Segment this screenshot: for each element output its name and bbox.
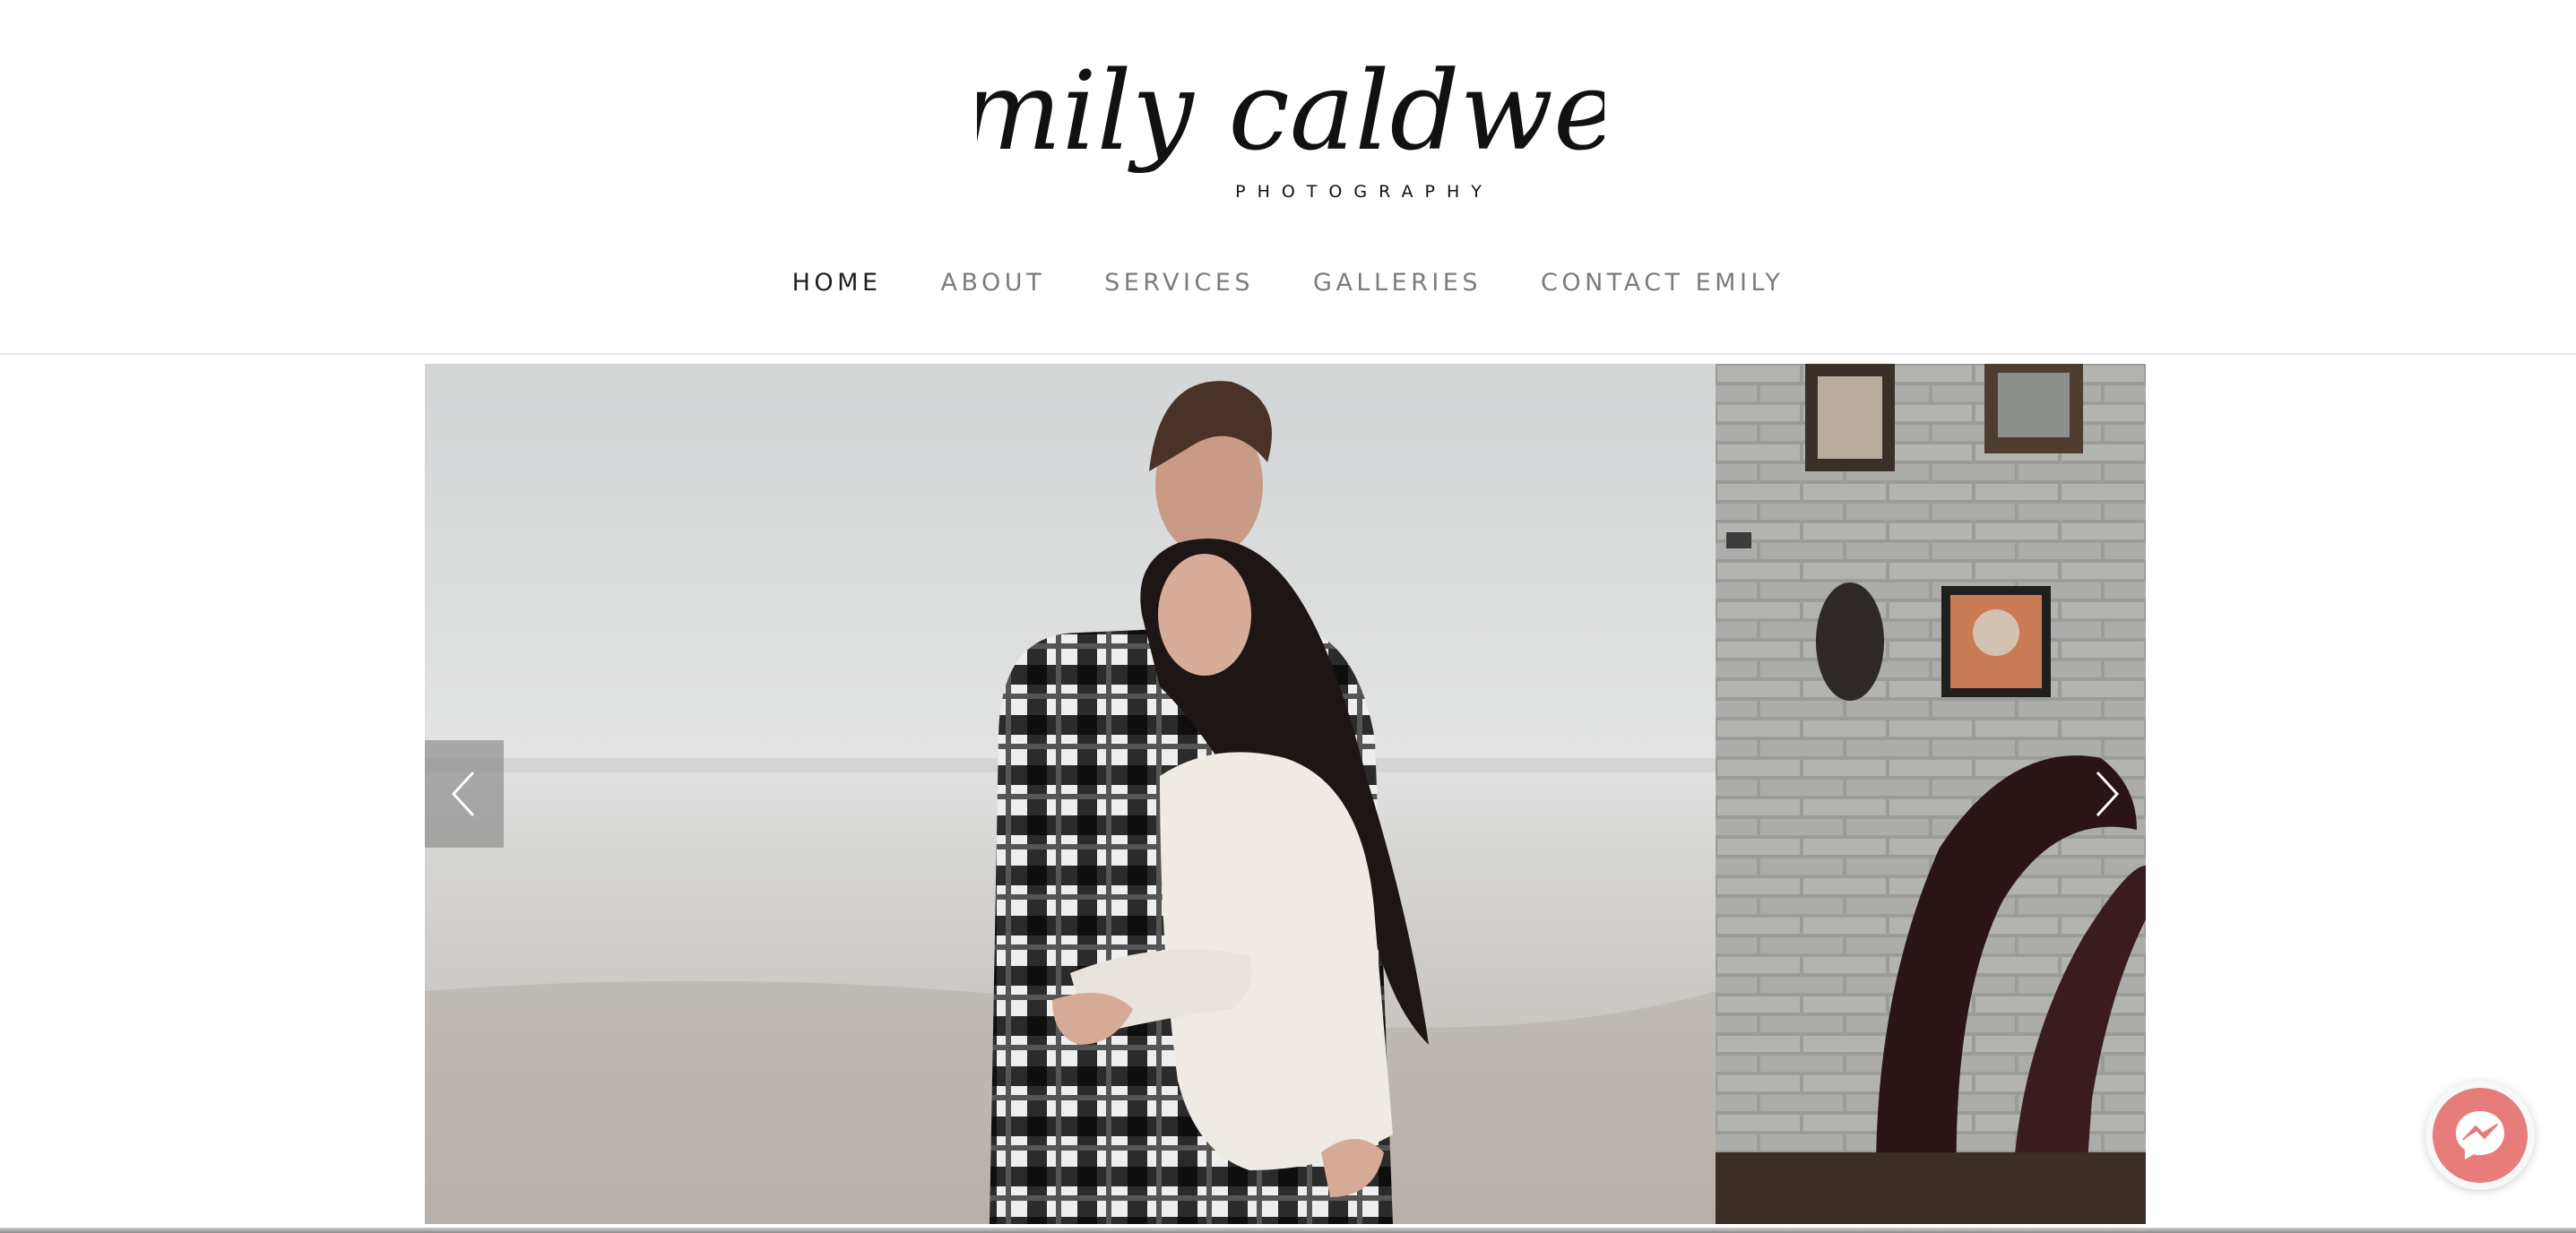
logo-graphic: emily caldwell PHOTOGRAPHY	[977, 47, 1604, 202]
logo-subtitle: PHOTOGRAPHY	[1235, 182, 1493, 202]
header-divider	[0, 353, 2576, 355]
site-logo[interactable]: emily caldwell PHOTOGRAPHY	[977, 43, 1604, 213]
chevron-left-icon	[451, 771, 475, 817]
slide-couple-beach-photo	[425, 364, 1716, 1224]
nav-about[interactable]: ABOUT	[941, 265, 1046, 301]
nav-home[interactable]: HOME	[792, 265, 882, 301]
chevron-right-icon	[2096, 771, 2120, 817]
nav-contact-emily[interactable]: CONTACT EMILY	[1541, 265, 1784, 301]
page-bottom-edge	[0, 1228, 2576, 1233]
nav-services[interactable]: SERVICES	[1104, 265, 1254, 301]
site-header: emily caldwell PHOTOGRAPHY HOME ABOUT SE…	[0, 0, 2576, 353]
main-nav: HOME ABOUT SERVICES GALLERIES CONTACT EM…	[0, 265, 2576, 301]
messenger-icon	[2456, 1111, 2504, 1160]
slider-prev-button[interactable]	[425, 740, 504, 848]
logo-script-text: emily caldwell	[977, 47, 1604, 175]
messenger-badge	[2433, 1088, 2528, 1183]
slider-next-button[interactable]	[2067, 740, 2146, 848]
nav-galleries[interactable]: GALLERIES	[1313, 265, 1482, 301]
messenger-chat-button[interactable]	[2425, 1081, 2535, 1190]
image-slider[interactable]	[425, 364, 2146, 1224]
